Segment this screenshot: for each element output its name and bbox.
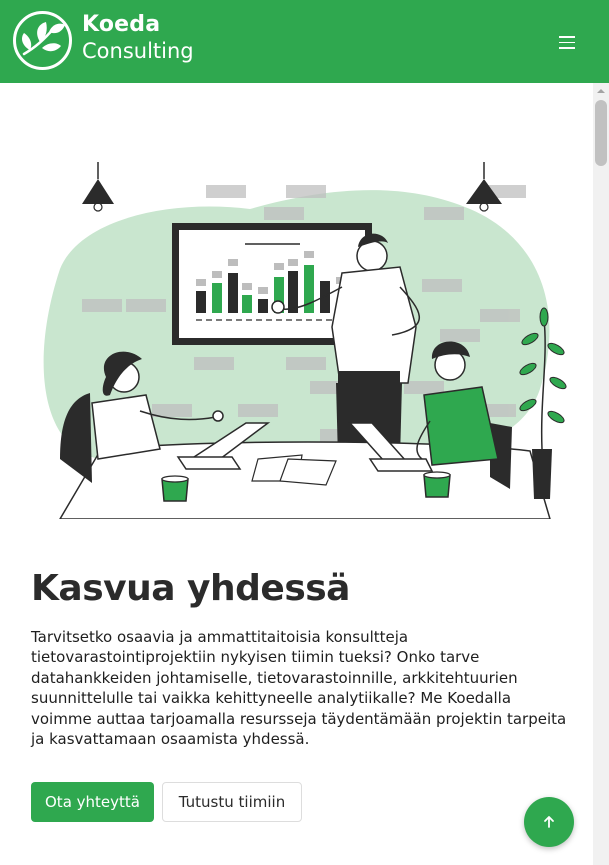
team-button[interactable]: Tutustu tiimiin: [162, 782, 302, 822]
main-content: Kasvua yhdessä Tarvitsetko osaavia ja am…: [0, 83, 593, 865]
arrow-up-icon: [544, 816, 554, 828]
hamburger-menu-icon[interactable]: [554, 30, 580, 52]
contact-button[interactable]: Ota yhteyttä: [31, 782, 154, 822]
site-header: Koeda Consulting: [0, 0, 609, 83]
back-to-top-button[interactable]: [524, 797, 574, 847]
koeda-leaf-logo-icon[interactable]: [12, 10, 73, 71]
scroll-up-arrow-icon[interactable]: [593, 83, 609, 99]
vertical-scrollbar[interactable]: [593, 83, 609, 865]
brand-subtitle: Consulting: [82, 39, 194, 63]
brand-wordmark[interactable]: Koeda Consulting: [82, 14, 194, 62]
scroll-thumb[interactable]: [595, 100, 607, 166]
team-meeting-illustration: [43, 162, 567, 519]
hero-description: Tarvitsetko osaavia ja ammattitaitoisia …: [31, 628, 567, 749]
brand-name: Koeda: [82, 12, 161, 37]
page-title: Kasvua yhdessä: [31, 568, 350, 609]
